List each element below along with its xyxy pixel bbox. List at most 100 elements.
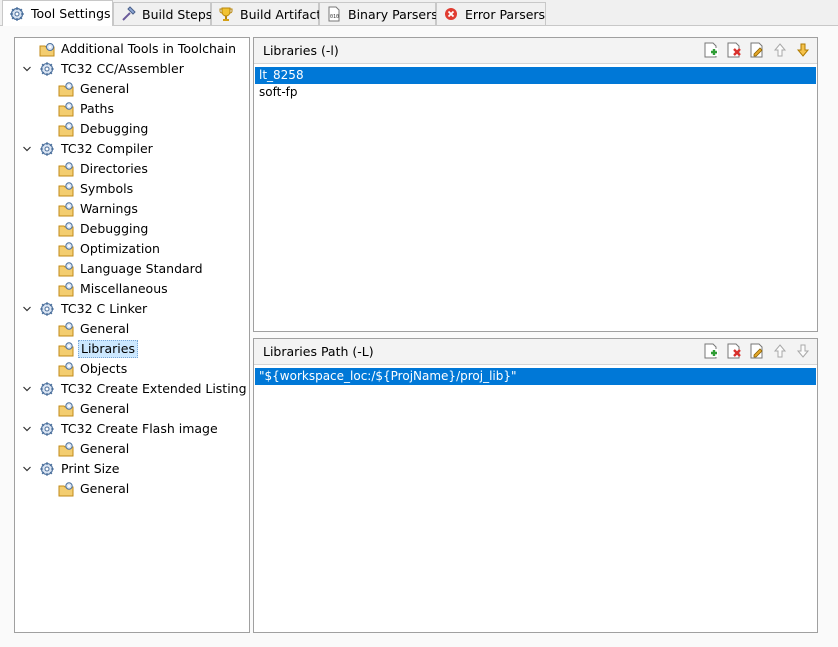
tree-item[interactable]: Language Standard (58, 259, 205, 279)
chevron-down-icon[interactable] (22, 64, 32, 74)
tree-item[interactable]: General (58, 319, 131, 339)
move-down-icon[interactable] (795, 42, 811, 58)
gear-icon (9, 6, 25, 22)
add-icon[interactable] (703, 343, 719, 359)
library-paths-section: Libraries Path (-L) "${workspace_loc:/${… (253, 338, 818, 633)
tab-bar: Tool Settings Build Steps Build Artifact… (0, 0, 838, 26)
tree-label: Symbols (80, 181, 134, 196)
tool-settings-tree[interactable]: Additional Tools in Toolchain TC32 CC/Ass… (14, 37, 250, 633)
tree-item[interactable]: Optimization (58, 239, 162, 259)
move-up-icon[interactable] (772, 42, 788, 58)
delete-icon[interactable] (726, 343, 742, 359)
add-icon[interactable] (703, 42, 719, 58)
tab-tool-settings[interactable]: Tool Settings (2, 0, 113, 26)
chevron-down-icon[interactable] (22, 144, 32, 154)
trophy-icon (218, 6, 234, 22)
tree-category[interactable]: TC32 Create Flash image (23, 419, 220, 439)
list-item[interactable]: lt_8258 (255, 67, 816, 84)
libraries-toolbar (703, 42, 811, 58)
tree-category[interactable]: TC32 Create Extended Listing (23, 379, 249, 399)
settings-folder-icon (58, 161, 74, 177)
tree-label: TC32 Create Flash image (61, 421, 218, 436)
chevron-down-icon[interactable] (22, 384, 32, 394)
tree-label: TC32 Create Extended Listing (61, 381, 247, 396)
tree-label: TC32 Compiler (61, 141, 153, 156)
edit-icon[interactable] (749, 343, 765, 359)
tab-label: Error Parsers (465, 6, 546, 22)
settings-folder-icon (58, 81, 74, 97)
tree-category[interactable]: TC32 Compiler (23, 139, 155, 159)
edit-icon[interactable] (749, 42, 765, 58)
list-item[interactable]: "${workspace_loc:/${ProjName}/proj_lib}" (255, 368, 816, 385)
chevron-down-icon[interactable] (22, 464, 32, 474)
move-down-icon[interactable] (795, 343, 811, 359)
chevron-down-icon[interactable] (22, 304, 32, 314)
tree-item[interactable]: Symbols (58, 179, 135, 199)
move-up-icon[interactable] (772, 343, 788, 359)
tab-error-parsers[interactable]: Error Parsers (436, 2, 546, 25)
tree-label: Directories (80, 161, 148, 176)
settings-folder-icon (58, 121, 74, 137)
tab-binary-parsers[interactable]: 010 Binary Parsers (319, 2, 438, 25)
tab-build-artifact[interactable]: Build Artifact (211, 2, 322, 25)
tree-label: General (80, 441, 130, 456)
settings-folder-icon (58, 361, 74, 377)
settings-folder-icon (58, 201, 74, 217)
tab-label: Build Steps (142, 6, 213, 22)
tool-icon (39, 41, 55, 57)
error-icon (443, 6, 459, 22)
tree-label: Optimization (80, 241, 160, 256)
tree-item[interactable]: Warnings (58, 199, 140, 219)
tree-item[interactable]: General (58, 439, 131, 459)
library-paths-title: Libraries Path (-L) (263, 344, 374, 359)
tree-label: General (80, 401, 130, 416)
tree-label: Print Size (61, 461, 120, 476)
settings-folder-icon (58, 341, 74, 357)
tree-item[interactable]: General (58, 79, 131, 99)
tree-label: Additional Tools in Toolchain (61, 41, 236, 56)
gear-icon (39, 421, 55, 437)
settings-folder-icon (58, 281, 74, 297)
tree-category[interactable]: TC32 CC/Assembler (23, 59, 186, 79)
settings-folder-icon (58, 481, 74, 497)
tab-build-steps[interactable]: Build Steps (113, 2, 213, 25)
tree-label: General (80, 321, 130, 336)
tree-item[interactable]: General (58, 399, 131, 419)
library-paths-list[interactable]: "${workspace_loc:/${ProjName}/proj_lib}" (254, 365, 817, 385)
settings-folder-icon (58, 221, 74, 237)
tree-label: TC32 C Linker (61, 301, 148, 316)
library-paths-toolbar (703, 343, 811, 359)
tree-category[interactable]: Print Size (23, 459, 121, 479)
tree-label: General (80, 481, 130, 496)
hammer-icon (120, 6, 136, 22)
tree-label: Paths (80, 101, 114, 116)
settings-folder-icon (58, 401, 74, 417)
tree-category[interactable]: TC32 C Linker (23, 299, 149, 319)
libraries-list[interactable]: lt_8258 soft-fp (254, 64, 817, 101)
gear-icon (39, 381, 55, 397)
chevron-down-icon[interactable] (22, 424, 32, 434)
libraries-title: Libraries (-l) (263, 43, 339, 58)
tree-item[interactable]: General (58, 479, 131, 499)
settings-folder-icon (58, 181, 74, 197)
gear-icon (39, 141, 55, 157)
tree-item[interactable]: Debugging (58, 219, 150, 239)
tree-category[interactable]: Additional Tools in Toolchain (39, 39, 238, 59)
settings-folder-icon (58, 241, 74, 257)
tree-label: TC32 CC/Assembler (61, 61, 184, 76)
delete-icon[interactable] (726, 42, 742, 58)
list-item[interactable]: soft-fp (255, 84, 816, 101)
tree-item[interactable]: Paths (58, 99, 116, 119)
tree-item[interactable]: Miscellaneous (58, 279, 170, 299)
settings-folder-icon (58, 261, 74, 277)
tab-label: Build Artifact (240, 6, 322, 22)
gear-icon (39, 461, 55, 477)
tab-label: Binary Parsers (348, 6, 438, 22)
binary-file-icon: 010 (326, 6, 342, 22)
tree-label: Warnings (80, 201, 138, 216)
tree-item[interactable]: Debugging (58, 119, 150, 139)
tree-item[interactable]: Objects (58, 359, 129, 379)
tree-item[interactable]: Directories (58, 159, 150, 179)
tree-item[interactable]: Libraries (58, 339, 138, 359)
tree-label: Debugging (80, 221, 149, 236)
